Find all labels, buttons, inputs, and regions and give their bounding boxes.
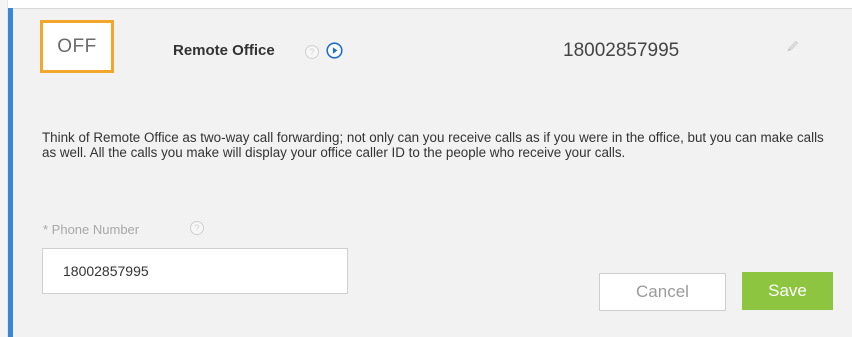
feature-title: Remote Office — [173, 42, 275, 59]
phone-number-input[interactable] — [42, 248, 348, 294]
panel-accent-bar — [8, 8, 13, 337]
play-circle-icon[interactable] — [326, 42, 343, 59]
feature-toggle[interactable]: OFF — [40, 20, 114, 73]
save-button[interactable]: Save — [742, 272, 833, 310]
cancel-button[interactable]: Cancel — [599, 273, 726, 311]
remote-office-settings: OFF Remote Office ? 18002857995 Think of… — [0, 0, 852, 337]
pencil-icon[interactable] — [785, 38, 801, 54]
feature-description: Think of Remote Office as two-way call f… — [42, 130, 824, 161]
phone-number-display: 18002857995 — [563, 40, 680, 61]
window-edge — [0, 0, 8, 337]
question-circle-icon[interactable]: ? — [190, 221, 204, 235]
phone-number-label: * Phone Number — [43, 222, 140, 237]
question-circle-icon[interactable]: ? — [305, 45, 319, 59]
